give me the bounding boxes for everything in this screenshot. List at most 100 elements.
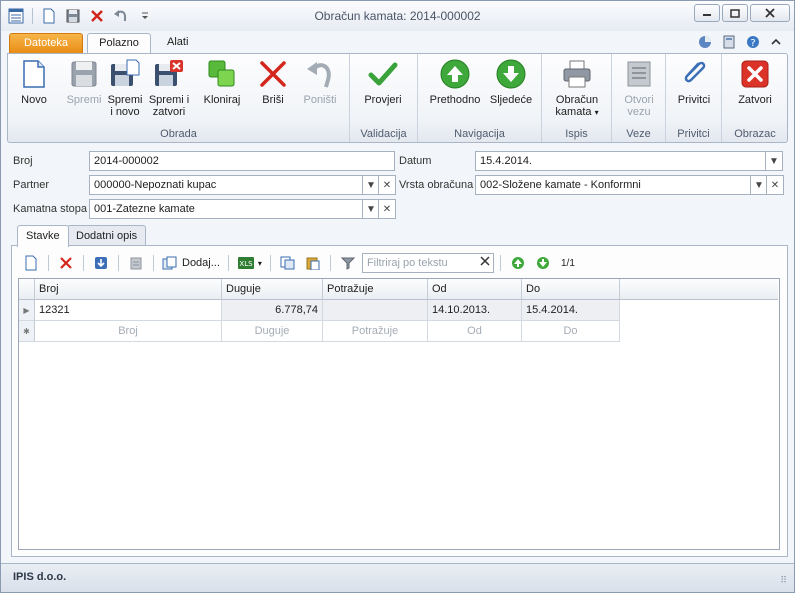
- toolbar-separator: [227, 255, 229, 271]
- partner-label: Partner: [13, 179, 50, 191]
- otvori-vezu-label-2: vezu: [627, 106, 651, 118]
- cell-potrazuje[interactable]: [323, 300, 428, 321]
- calculator-icon[interactable]: [722, 35, 736, 52]
- spremi-button[interactable]: Spremi: [64, 58, 104, 106]
- ponisti-button[interactable]: Poništi: [300, 58, 340, 106]
- toolbar-separator: [499, 255, 501, 271]
- spremi-i-zatvori-button[interactable]: Spremi i zatvori: [148, 58, 190, 118]
- save-disabled-icon: [71, 61, 97, 87]
- brisi-button[interactable]: Briši: [256, 58, 290, 106]
- filter-button[interactable]: [337, 252, 359, 274]
- resize-grip-icon[interactable]: ⠿: [780, 575, 787, 586]
- chevron-down-icon: ▼: [366, 179, 376, 191]
- prethodno-button[interactable]: Prethodno: [426, 58, 484, 106]
- new-row-duguje[interactable]: Duguje: [222, 321, 323, 342]
- next-record-button[interactable]: [532, 252, 554, 274]
- sljedece-button[interactable]: Sljedeće: [486, 58, 536, 106]
- stavke-panel: Dodaj... XLS ▾ Filtriraj po tekstu 1/1 B…: [11, 245, 788, 557]
- delete-icon: [260, 61, 286, 87]
- arrow-up-icon: [440, 59, 470, 89]
- tab-home[interactable]: Polazno: [87, 33, 151, 54]
- otvori-vezu-button[interactable]: Otvori vezu: [618, 58, 660, 118]
- printer-icon: [563, 60, 591, 88]
- privitci-label: Privitci: [677, 94, 711, 106]
- partner-field[interactable]: 000000-Nepoznati kupac: [89, 175, 363, 195]
- chevron-down-icon: ▼: [366, 203, 376, 215]
- cell-broj[interactable]: 12321: [35, 300, 222, 321]
- spremi-label: Spremi: [66, 94, 102, 106]
- copy-button[interactable]: [277, 252, 299, 274]
- column-header-potrazuje[interactable]: Potražuje: [323, 279, 428, 300]
- toolbar-separator: [153, 255, 154, 271]
- new-row-do[interactable]: Do: [522, 321, 620, 342]
- zatvori-button[interactable]: Zatvori: [732, 58, 778, 106]
- partner-clear-button[interactable]: ✕: [378, 175, 396, 195]
- column-header-broj[interactable]: Broj: [35, 279, 222, 300]
- group-label-obrazac: Obrazac: [734, 128, 776, 140]
- tab-stavke[interactable]: Stavke: [17, 225, 69, 247]
- column-header-do[interactable]: Do: [522, 279, 620, 300]
- privitci-button[interactable]: Privitci: [672, 58, 716, 106]
- kamatna-stopa-field[interactable]: 001-Zatezne kamate: [89, 199, 363, 219]
- toolbar-separator: [329, 255, 331, 271]
- group-label-ispis: Ispis: [565, 128, 588, 140]
- group-obrazac: Zatvori Obrazac: [722, 54, 788, 142]
- group-label-obrada: Obrada: [160, 128, 197, 140]
- list-button[interactable]: [125, 252, 147, 274]
- new-row[interactable]: ✱ Broj Duguje Potražuje Od Do: [19, 321, 620, 342]
- collapse-ribbon-icon[interactable]: [770, 35, 782, 52]
- filter-input[interactable]: Filtriraj po tekstu: [361, 253, 494, 273]
- tab-file[interactable]: Datoteka: [9, 33, 83, 53]
- import-button[interactable]: [90, 252, 112, 274]
- vrsta-obracuna-field[interactable]: 002-Složene kamate - Konformni: [475, 175, 751, 195]
- datum-field[interactable]: 15.4.2014.: [475, 151, 767, 171]
- close-window-button[interactable]: [750, 4, 790, 22]
- toolbar-separator: [83, 255, 84, 271]
- cell-do[interactable]: 15.4.2014.: [522, 300, 620, 321]
- clone-icon: [208, 60, 235, 87]
- clear-filter-icon[interactable]: [479, 255, 491, 270]
- close-red-icon: [741, 60, 769, 88]
- export-xls-button[interactable]: XLS ▾: [235, 252, 264, 274]
- asterisk-icon: ✱: [23, 326, 30, 336]
- cell-od[interactable]: 14.10.2013.: [428, 300, 522, 321]
- datum-dropdown-button[interactable]: ▼: [765, 151, 783, 171]
- new-row-potrazuje[interactable]: Potražuje: [323, 321, 428, 342]
- provjeri-button[interactable]: Provjeri: [360, 58, 406, 106]
- delete-row-button[interactable]: [55, 252, 77, 274]
- previous-record-button[interactable]: [507, 252, 529, 274]
- vrsta-clear-button[interactable]: ✕: [766, 175, 784, 195]
- broj-field[interactable]: 2014-000002: [89, 151, 395, 171]
- zatvori-label: Zatvori: [738, 94, 772, 106]
- novo-button[interactable]: Novo: [16, 58, 52, 106]
- tab-tools[interactable]: Alati: [157, 33, 197, 53]
- window: Obračun kamata: 2014-000002 Datoteka Pol…: [0, 0, 795, 593]
- paste-button[interactable]: [302, 252, 324, 274]
- excel-icon: XLS: [237, 257, 254, 269]
- novo-label: Novo: [21, 94, 47, 106]
- tab-dodatni-opis[interactable]: Dodatni opis: [67, 225, 147, 246]
- add-row-button[interactable]: [20, 252, 42, 274]
- column-header-od[interactable]: Od: [428, 279, 522, 300]
- title-bar: Obračun kamata: 2014-000002: [1, 1, 794, 31]
- column-header-duguje[interactable]: Duguje: [222, 279, 323, 300]
- spremi-novo-label-1: Spremi: [107, 94, 143, 106]
- spremi-i-novo-button[interactable]: Spremi i novo: [106, 58, 144, 118]
- group-obrada: Novo Spremi Spremi i novo Spremi i zatvo…: [8, 54, 350, 142]
- obracun-kamata-button[interactable]: Obračun kamata ▾: [550, 58, 604, 119]
- check-icon: [368, 62, 398, 86]
- status-bar: IPIS d.o.o. ⠿: [1, 563, 794, 592]
- dodaj-button[interactable]: Dodaj...: [160, 252, 222, 274]
- minimize-button[interactable]: [694, 4, 720, 22]
- stopa-clear-button[interactable]: ✕: [378, 199, 396, 219]
- otvori-vezu-label-1: Otvori: [624, 94, 654, 106]
- help-icon[interactable]: ?: [746, 35, 760, 52]
- maximize-button[interactable]: [722, 4, 748, 22]
- cell-duguje[interactable]: 6.778,74: [222, 300, 323, 321]
- add-items-icon: [162, 256, 177, 270]
- kloniraj-button[interactable]: Kloniraj: [200, 58, 244, 106]
- style-icon[interactable]: [698, 35, 712, 52]
- new-row-od[interactable]: Od: [428, 321, 522, 342]
- new-row-broj[interactable]: Broj: [35, 321, 222, 342]
- table-row[interactable]: ▶ 12321 6.778,74 14.10.2013. 15.4.2014.: [19, 300, 620, 321]
